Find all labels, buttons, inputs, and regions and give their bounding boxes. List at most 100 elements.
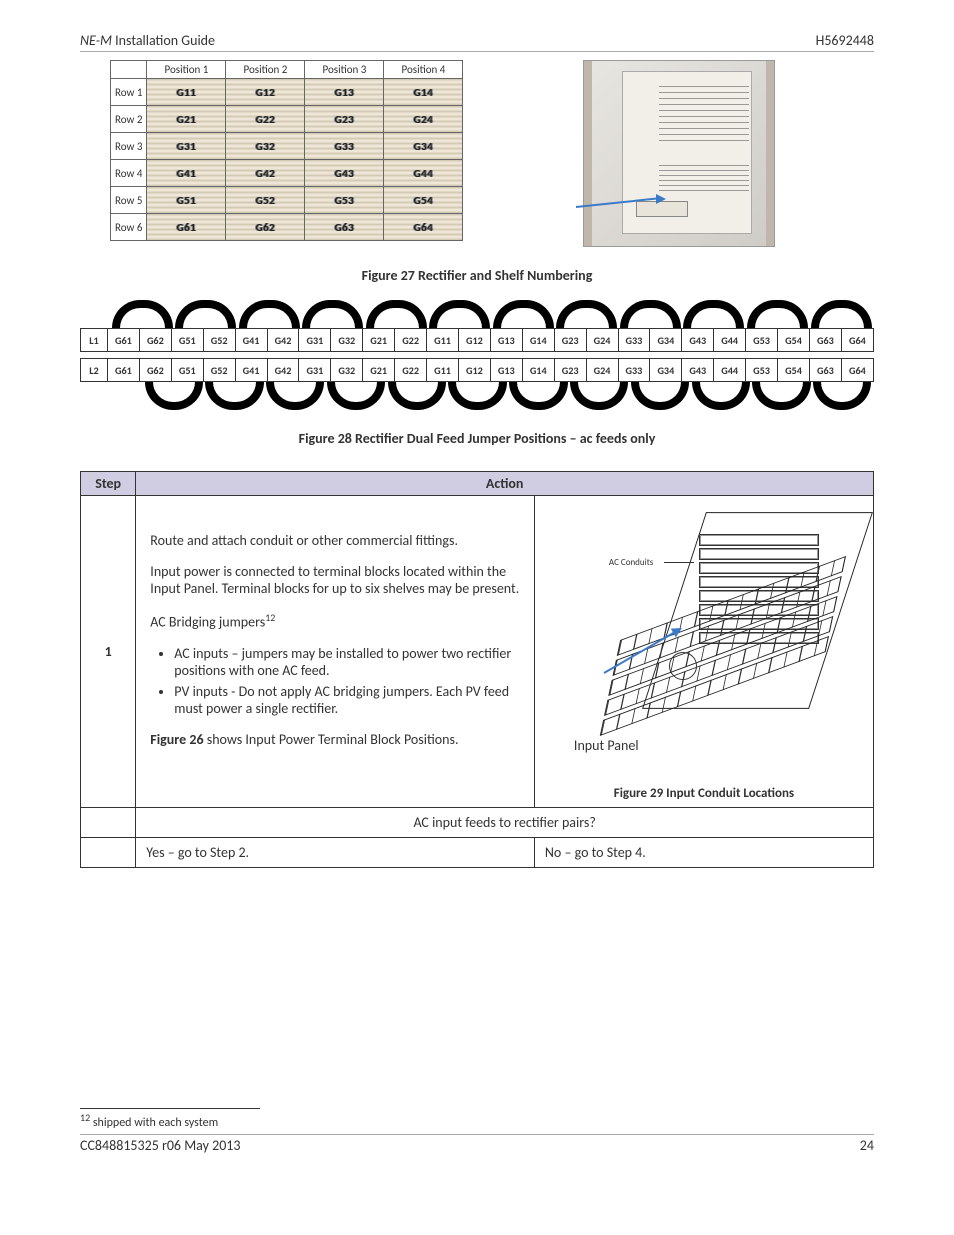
ac-bridging-lead: AC Bridging jumpers xyxy=(150,614,265,631)
jumper-table: L1 G61G62G51G52G41G42G31G32G21G22G11G12G… xyxy=(80,328,874,382)
grid-cell: G14 xyxy=(384,79,463,106)
row-label: Row 4 xyxy=(111,160,147,187)
action-list-item: AC inputs – jumpers may be installed to … xyxy=(174,645,520,679)
position-header: Position 4 xyxy=(384,61,463,79)
position-header: Position 3 xyxy=(305,61,384,79)
action-paragraph: Figure 26 shows Input Power Terminal Blo… xyxy=(150,731,520,748)
footnote: 12 shipped with each system xyxy=(80,1111,874,1130)
footnote-mark: 12 xyxy=(265,611,275,624)
equipment-photo xyxy=(583,60,775,247)
page-header: NE-M Installation Guide H5692448 xyxy=(80,32,874,52)
footnote-text: shipped with each system xyxy=(90,1116,218,1130)
jumper-cell: G64 xyxy=(841,359,873,382)
jumper-cell: G22 xyxy=(395,359,427,382)
jumper-cell: G13 xyxy=(490,359,522,382)
grid-cell: G62 xyxy=(226,214,305,241)
jumper-cell: G34 xyxy=(650,329,682,352)
footnote-rule xyxy=(80,1108,260,1109)
grid-cell: G23 xyxy=(305,106,384,133)
grid-cell: G42 xyxy=(226,160,305,187)
jumper-cell: G14 xyxy=(522,329,554,352)
grid-cell: G54 xyxy=(384,187,463,214)
jumper-cell: G41 xyxy=(235,329,267,352)
row-label: Row 1 xyxy=(111,79,147,106)
arrow-head-icon xyxy=(656,194,666,204)
jumper-cell: G31 xyxy=(299,329,331,352)
position-header: Position 2 xyxy=(226,61,305,79)
jumper-cell: G53 xyxy=(746,359,778,382)
doc-title: NE-M Installation Guide xyxy=(80,32,215,49)
step-header: Step xyxy=(81,472,136,496)
jumper-cell: G53 xyxy=(746,329,778,352)
jumper-cell: G43 xyxy=(682,329,714,352)
grid-cell: G21 xyxy=(147,106,226,133)
figure-27-area: Position 1 Position 2 Position 3 Positio… xyxy=(110,60,844,247)
row-label: Row 3 xyxy=(111,133,147,160)
row-label: Row 2 xyxy=(111,106,147,133)
grid-cell: G13 xyxy=(305,79,384,106)
jumper-cell: G12 xyxy=(458,359,490,382)
jumper-cell: G32 xyxy=(331,329,363,352)
figure-27-caption: Figure 27 Rectifier and Shelf Numbering xyxy=(80,267,874,284)
grid-cell: G52 xyxy=(226,187,305,214)
jumper-cell: G33 xyxy=(618,359,650,382)
grid-cell: G11 xyxy=(147,79,226,106)
action-list-item: PV inputs - Do not apply AC bridging jum… xyxy=(174,683,520,717)
jumper-cell: G13 xyxy=(490,329,522,352)
jumper-cell: G24 xyxy=(586,359,618,382)
grid-cell: G43 xyxy=(305,160,384,187)
jumper-cell: G31 xyxy=(299,359,331,382)
jumper-row-head: L2 xyxy=(81,359,108,382)
row-label: Row 5 xyxy=(111,187,147,214)
grid-cell: G12 xyxy=(226,79,305,106)
figure-29-drawing: AC Conduits Input Panel xyxy=(554,502,854,782)
branch-no: No – go to Step 4. xyxy=(534,838,873,868)
grid-cell: G44 xyxy=(384,160,463,187)
action-text-cell: Route and attach conduit or other commer… xyxy=(136,496,535,808)
jumper-cell: G54 xyxy=(778,329,810,352)
branch-yes: Yes – go to Step 2. xyxy=(136,838,535,868)
footer-page-number: 24 xyxy=(860,1137,874,1154)
grid-cell: G34 xyxy=(384,133,463,160)
jumper-cell: G42 xyxy=(267,359,299,382)
action-paragraph: Input power is connected to terminal blo… xyxy=(150,563,520,597)
jumper-cell: G62 xyxy=(139,359,171,382)
jumper-cell: G61 xyxy=(108,329,140,352)
figure-28-area: L1 G61G62G51G52G41G42G31G32G21G22G11G12G… xyxy=(80,300,874,410)
jumper-cell: G64 xyxy=(841,329,873,352)
doc-title-italic: NE-M xyxy=(80,32,112,49)
jumper-arcs-top xyxy=(80,300,874,328)
grid-cell: G41 xyxy=(147,160,226,187)
jumper-cell: G52 xyxy=(203,329,235,352)
jumper-cell: G32 xyxy=(331,359,363,382)
rectifier-grid-table: Position 1 Position 2 Position 3 Positio… xyxy=(110,60,463,241)
figure-ref-tail: shows Input Power Terminal Block Positio… xyxy=(204,731,459,748)
grid-cell: G61 xyxy=(147,214,226,241)
grid-cell: G64 xyxy=(384,214,463,241)
jumper-cell: G61 xyxy=(108,359,140,382)
jumper-cell: G34 xyxy=(650,359,682,382)
jumper-cell: G11 xyxy=(427,359,459,382)
jumper-cell: G63 xyxy=(809,359,841,382)
jumper-cell: G21 xyxy=(363,359,395,382)
footer-left: CC848815325 r06 May 2013 xyxy=(80,1137,241,1154)
jumper-arcs-bottom xyxy=(115,382,874,410)
jumper-cell: G42 xyxy=(267,329,299,352)
doc-number: H5692448 xyxy=(816,32,874,49)
jumper-cell: G54 xyxy=(778,359,810,382)
jumper-cell: G33 xyxy=(618,329,650,352)
jumper-cell: G14 xyxy=(522,359,554,382)
page-footer: CC848815325 r06 May 2013 24 xyxy=(80,1134,874,1154)
steps-table: Step Action 1 Route and attach conduit o… xyxy=(80,471,874,868)
input-panel-label: Input Panel xyxy=(574,737,639,754)
step-number: 1 xyxy=(81,496,136,808)
footnote-number: 12 xyxy=(80,1111,90,1124)
figure-29-caption: Figure 29 Input Conduit Locations xyxy=(545,786,863,801)
jumper-cell: G24 xyxy=(586,329,618,352)
jumper-cell: G44 xyxy=(714,359,746,382)
jumper-cell: G23 xyxy=(554,329,586,352)
action-paragraph: Route and attach conduit or other commer… xyxy=(150,532,520,549)
grid-cell: G24 xyxy=(384,106,463,133)
jumper-cell: G44 xyxy=(714,329,746,352)
row-label: Row 6 xyxy=(111,214,147,241)
